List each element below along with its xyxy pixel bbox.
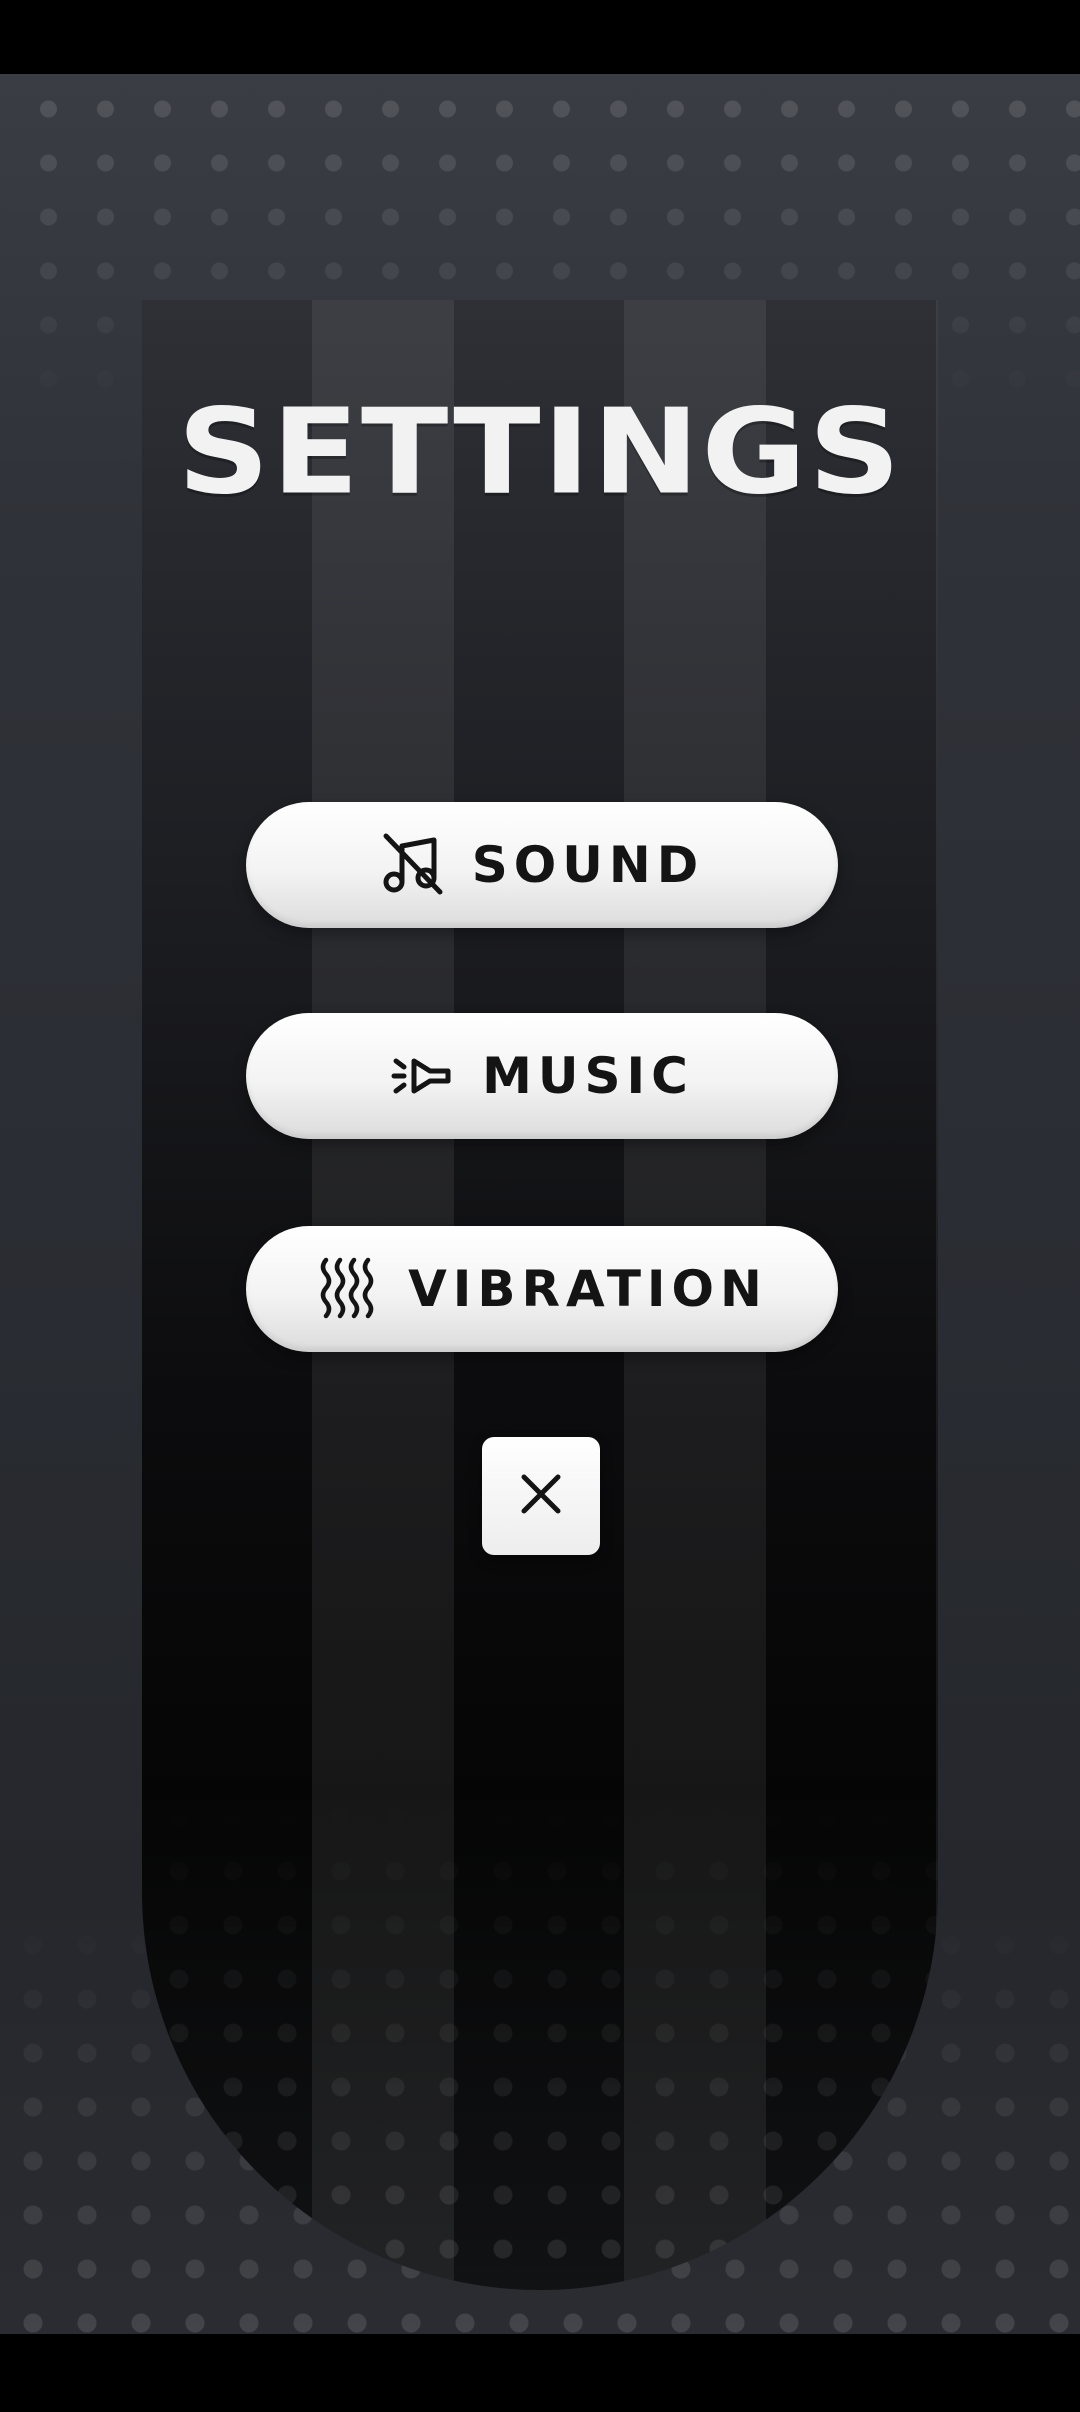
music-button-label: MUSIC (482, 1047, 694, 1105)
vibration-button-label: VIBRATION (408, 1260, 768, 1318)
page-title: SETTINGS (177, 384, 903, 522)
close-button[interactable] (482, 1437, 600, 1555)
sound-button-label: SOUND (471, 836, 705, 894)
vibration-waves-icon (316, 1254, 382, 1324)
close-icon (518, 1471, 564, 1521)
speaker-cone-icon (390, 1043, 456, 1109)
sound-button[interactable]: SOUND (246, 802, 838, 928)
music-button[interactable]: MUSIC (246, 1013, 838, 1139)
vibration-button[interactable]: VIBRATION (246, 1226, 838, 1352)
navigation-bar-area (0, 2334, 1080, 2412)
status-bar-area (0, 0, 1080, 74)
music-note-off-icon (380, 832, 446, 898)
